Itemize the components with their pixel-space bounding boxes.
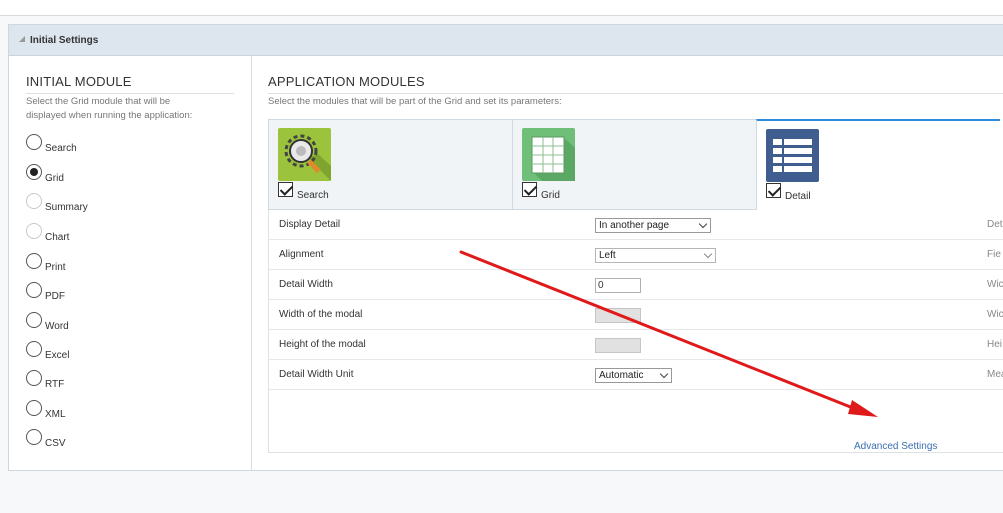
property-help: Hei: [987, 339, 1003, 350]
property-help: Wic: [987, 279, 1003, 290]
magnifier-gear-icon: [278, 128, 331, 181]
radio-label: Search: [45, 143, 77, 154]
top-bar: [0, 0, 1003, 16]
radio-label: CSV: [45, 438, 66, 449]
radio-xml[interactable]: XML: [26, 400, 66, 420]
radio-summary: Summary: [26, 193, 88, 213]
radio-excel[interactable]: Excel: [26, 341, 69, 361]
table-grid-icon: [522, 128, 575, 181]
module-label: Search: [297, 190, 329, 201]
chevron-down-icon: [659, 369, 669, 379]
radio-label: RTF: [45, 379, 65, 390]
detail-properties: Display Detail In another page Det Align…: [268, 210, 1003, 453]
select-value: Automatic: [599, 370, 644, 381]
property-help: Wic: [987, 309, 1003, 320]
module-tabs: Search Grid Detail: [268, 119, 1003, 210]
radio-label: Grid: [45, 173, 64, 184]
alignment-select[interactable]: Left: [595, 248, 716, 263]
module-tab-detail[interactable]: Detail: [756, 119, 1000, 210]
property-label: Height of the modal: [279, 339, 366, 350]
detail-list-icon: [766, 129, 819, 182]
application-modules-section: APPLICATION MODULES Select the modules t…: [268, 56, 1003, 470]
radio-grid[interactable]: Grid: [26, 164, 64, 184]
module-label: Detail: [785, 191, 811, 202]
radio-label: PDF: [45, 291, 65, 302]
modal-height-input: [595, 338, 641, 353]
radio-label: Chart: [45, 232, 70, 243]
radio-label: Word: [45, 321, 69, 332]
radio-button-selected[interactable]: [26, 164, 42, 180]
radio-button[interactable]: [26, 134, 42, 150]
radio-button[interactable]: [26, 253, 42, 269]
property-row-alignment: Alignment Left Fie: [269, 240, 1003, 270]
radio-print[interactable]: Print: [26, 253, 66, 273]
property-help: Det: [987, 219, 1003, 230]
property-label: Display Detail: [279, 219, 341, 230]
radio-label: Summary: [45, 202, 88, 213]
property-row-modal-height: Height of the modal Hei: [269, 330, 1003, 360]
property-label: Detail Width: [279, 279, 333, 290]
property-row-detail-width: Detail Width 0 Wic: [269, 270, 1003, 300]
property-label: Width of the modal: [279, 309, 363, 320]
radio-pdf[interactable]: PDF: [26, 282, 65, 302]
radio-label: Print: [45, 262, 66, 273]
radio-search[interactable]: Search: [26, 134, 77, 154]
property-row-modal-width: Width of the modal Wic: [269, 300, 1003, 330]
radio-button[interactable]: [26, 429, 42, 445]
radio-button[interactable]: [26, 400, 42, 416]
advanced-settings-link[interactable]: Advanced Settings: [854, 441, 937, 452]
panel-title: Initial Settings: [30, 34, 99, 46]
detail-width-input[interactable]: 0: [595, 278, 641, 293]
initial-module-section: INITIAL MODULE Select the Grid module th…: [9, 56, 252, 470]
display-detail-select[interactable]: In another page: [595, 218, 711, 233]
radio-csv[interactable]: CSV: [26, 429, 66, 449]
divider: [268, 93, 1003, 94]
initial-module-description-2: displayed when running the application:: [26, 110, 193, 121]
radio-button[interactable]: [26, 370, 42, 386]
select-value: Left: [599, 250, 616, 261]
property-label: Alignment: [279, 249, 324, 260]
radio-button[interactable]: [26, 282, 42, 298]
module-label: Grid: [541, 190, 560, 201]
radio-button[interactable]: [26, 341, 42, 357]
detail-width-unit-select[interactable]: Automatic: [595, 368, 672, 383]
property-row-display-detail: Display Detail In another page Det: [269, 210, 1003, 240]
radio-button-disabled: [26, 223, 42, 239]
detail-module-checkbox[interactable]: [766, 183, 781, 198]
initial-settings-panel: Initial Settings INITIAL MODULE Select t…: [8, 24, 1003, 471]
module-tab-grid[interactable]: Grid: [512, 119, 756, 210]
application-modules-description: Select the modules that will be part of …: [268, 96, 562, 107]
search-module-checkbox[interactable]: [278, 182, 293, 197]
radio-chart: Chart: [26, 223, 69, 243]
modal-width-input: [595, 308, 641, 323]
application-modules-title: APPLICATION MODULES: [268, 74, 425, 89]
radio-button[interactable]: [26, 312, 42, 328]
initial-module-description-1: Select the Grid module that will be: [26, 96, 171, 107]
module-tab-search[interactable]: Search: [268, 119, 512, 210]
collapse-triangle-icon[interactable]: [19, 36, 25, 42]
divider: [26, 93, 234, 94]
property-label: Detail Width Unit: [279, 369, 354, 380]
property-row-detail-width-unit: Detail Width Unit Automatic Mea: [269, 360, 1003, 390]
property-help: Fie: [987, 249, 1001, 260]
radio-word[interactable]: Word: [26, 312, 69, 332]
grid-module-checkbox[interactable]: [522, 182, 537, 197]
radio-rtf[interactable]: RTF: [26, 370, 64, 390]
radio-label: XML: [45, 409, 66, 420]
panel-header[interactable]: Initial Settings: [9, 25, 1003, 56]
property-help: Mea: [987, 369, 1003, 380]
chevron-down-icon: [698, 219, 708, 229]
select-value: In another page: [599, 220, 670, 231]
radio-label: Excel: [45, 350, 70, 361]
chevron-down-icon: [703, 249, 713, 259]
radio-button-disabled: [26, 193, 42, 209]
initial-module-title: INITIAL MODULE: [26, 74, 132, 89]
